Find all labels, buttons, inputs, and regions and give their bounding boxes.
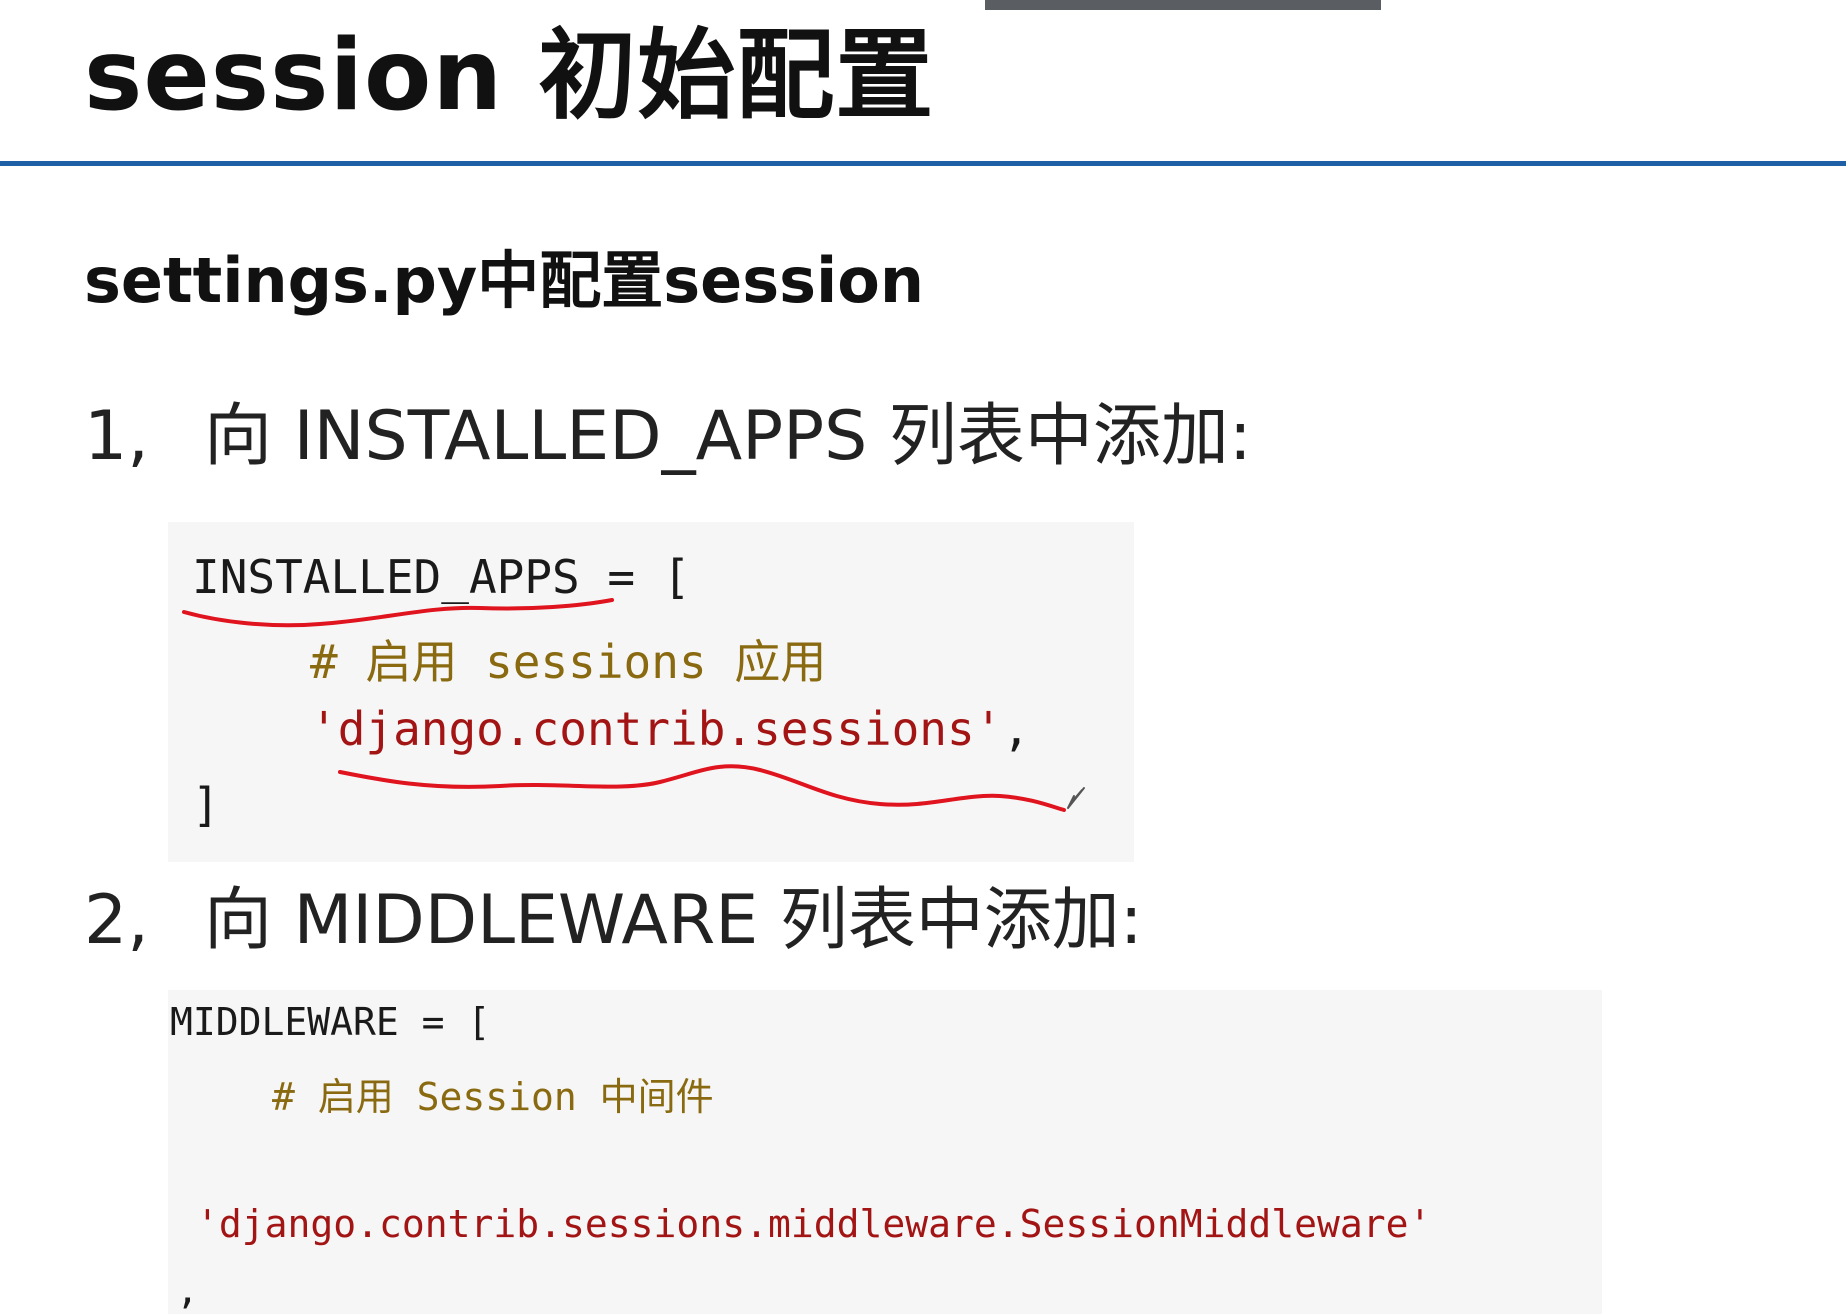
step-1-text: 向 INSTALLED_APPS 列表中添加:	[204, 397, 1252, 476]
code-line-open: MIDDLEWARE = [	[170, 1000, 491, 1044]
code-line-close: ]	[192, 778, 220, 832]
step-2-heading: 2, 向 MIDDLEWARE 列表中添加:	[84, 880, 1143, 962]
code-line-open: INSTALLED_APPS = [	[192, 550, 691, 604]
code-comma: ,	[176, 1268, 199, 1312]
code-block-installed-apps: INSTALLED_APPS = [ # 启用 sessions 应用 'dja…	[168, 522, 1134, 862]
code-line-string: 'django.contrib.sessions',	[310, 702, 1030, 756]
code-string: 'django.contrib.sessions'	[310, 702, 1003, 756]
step-1-heading: 1, 向 INSTALLED_APPS 列表中添加:	[84, 396, 1252, 478]
code-string: 'django.contrib.sessions.middleware.Sess…	[196, 1202, 1432, 1246]
step-2-number: 2,	[84, 881, 149, 960]
step-2-text: 向 MIDDLEWARE 列表中添加:	[204, 881, 1143, 960]
slide-title: session 初始配置	[84, 19, 935, 133]
code-comment: # 启用 sessions 应用	[310, 635, 827, 689]
code-comma: ,	[1002, 702, 1031, 756]
code-block-middleware: MIDDLEWARE = [ # 启用 Session 中间件 'django.…	[168, 990, 1602, 1314]
title-divider	[0, 161, 1846, 166]
slide-subtitle: settings.py中配置session	[84, 244, 924, 317]
top-progress-bar	[985, 0, 1381, 10]
code-comment: # 启用 Session 中间件	[272, 1075, 714, 1119]
step-1-number: 1,	[84, 397, 149, 476]
